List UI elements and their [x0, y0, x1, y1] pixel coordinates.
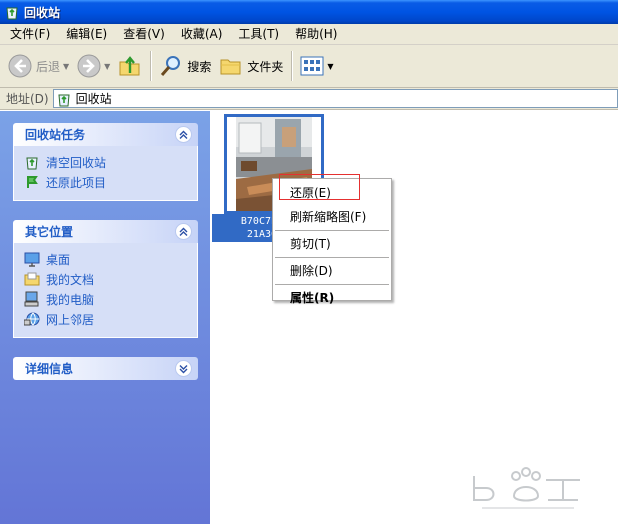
search-icon	[161, 56, 181, 76]
context-refresh-thumbnail[interactable]: 刷新缩略图(F)	[273, 205, 391, 229]
dropdown-arrow-icon[interactable]: ▼	[104, 62, 110, 71]
panel-title: 其它位置	[25, 225, 74, 239]
folders-label: 文件夹	[247, 59, 284, 74]
address-label: 地址(D)	[6, 92, 49, 106]
my-computer-link[interactable]: 我的电脑	[24, 289, 197, 309]
context-delete[interactable]: 删除(D)	[273, 259, 391, 283]
file-view[interactable]: B70C7EAA01 21A3CF89	[210, 111, 618, 524]
details-header[interactable]: 详细信息	[13, 357, 198, 380]
forward-button[interactable]: ▼	[73, 48, 114, 84]
menu-separator	[275, 257, 389, 258]
search-button[interactable]: 搜索	[155, 48, 215, 84]
my-documents-icon	[24, 271, 40, 287]
menu-file[interactable]: 文件(F)	[2, 25, 58, 44]
my-computer-icon	[24, 291, 40, 307]
task-pane: 回收站任务 清空回收站 还原此项目 其它位置 桌面 我的文档 我的电脑 网上邻居…	[0, 111, 210, 524]
network-places-label: 网上邻居	[46, 312, 95, 327]
folder-icon	[220, 59, 241, 75]
menu-separator	[275, 230, 389, 231]
recycle-bin-icon	[6, 7, 18, 20]
restore-icon	[24, 174, 40, 190]
panel-title: 回收站任务	[25, 128, 86, 142]
views-button[interactable]: ▼	[296, 48, 337, 84]
collapse-chevron-icon[interactable]	[175, 223, 192, 240]
my-documents-label: 我的文档	[46, 272, 95, 287]
views-icon	[300, 56, 324, 76]
dropdown-arrow-icon[interactable]: ▼	[63, 62, 69, 71]
desktop-icon	[24, 251, 40, 267]
folders-button[interactable]: 文件夹	[215, 48, 287, 84]
up-folder-button[interactable]	[114, 48, 146, 84]
restore-item-link[interactable]: 还原此项目	[24, 172, 197, 192]
search-label: 搜索	[187, 59, 212, 74]
network-places-icon	[24, 311, 40, 327]
other-places-body: 桌面 我的文档 我的电脑 网上邻居	[13, 243, 198, 338]
back-button[interactable]: 后退 ▼	[4, 48, 73, 84]
other-places-panel: 其它位置 桌面 我的文档 我的电脑 网上邻居	[13, 220, 198, 338]
collapse-chevron-icon[interactable]	[175, 126, 192, 143]
recycle-bin-icon	[58, 94, 70, 106]
menu-view[interactable]: 查看(V)	[115, 25, 173, 44]
toolbar-separator	[291, 51, 293, 81]
desktop-label: 桌面	[46, 252, 71, 267]
forward-arrow-icon	[77, 54, 101, 78]
recycle-tasks-body: 清空回收站 还原此项目	[13, 146, 198, 201]
window-title: 回收站	[24, 5, 61, 20]
empty-recycle-icon	[24, 154, 40, 170]
menu-separator	[275, 284, 389, 285]
address-bar: 地址(D) 回收站	[0, 88, 618, 110]
panel-title: 详细信息	[25, 362, 74, 376]
context-menu: 还原(E) 刷新缩略图(F) 剪切(T) 删除(D) 属性(R)	[272, 178, 392, 305]
toolbar: 后退 ▼ ▼ 搜索 文件夹 ▼	[0, 45, 618, 88]
address-value: 回收站	[75, 92, 112, 106]
empty-recycle-bin-link[interactable]: 清空回收站	[24, 152, 197, 172]
empty-recycle-label: 清空回收站	[46, 155, 107, 170]
context-properties[interactable]: 属性(R)	[273, 286, 391, 310]
title-bar[interactable]: 回收站	[0, 0, 618, 24]
up-folder-icon	[119, 56, 140, 76]
context-cut[interactable]: 剪切(T)	[273, 232, 391, 256]
restore-item-label: 还原此项目	[46, 175, 107, 190]
menu-help[interactable]: 帮助(H)	[287, 25, 345, 44]
recycle-tasks-header[interactable]: 回收站任务	[13, 123, 198, 146]
address-input[interactable]: 回收站	[52, 89, 618, 108]
back-label: 后退	[36, 59, 61, 74]
menu-tools[interactable]: 工具(T)	[230, 25, 287, 44]
menu-favorites[interactable]: 收藏(A)	[173, 25, 231, 44]
expand-chevron-icon[interactable]	[175, 360, 192, 377]
watermark-logo	[473, 467, 580, 509]
details-panel: 详细信息	[13, 357, 198, 380]
dropdown-arrow-icon[interactable]: ▼	[327, 62, 333, 71]
toolbar-separator	[150, 51, 152, 81]
my-computer-label: 我的电脑	[46, 292, 95, 307]
menu-bar: 文件(F) 编辑(E) 查看(V) 收藏(A) 工具(T) 帮助(H)	[0, 24, 618, 45]
back-arrow-icon	[8, 54, 32, 78]
context-restore[interactable]: 还原(E)	[273, 181, 391, 205]
desktop-link[interactable]: 桌面	[24, 249, 197, 269]
my-documents-link[interactable]: 我的文档	[24, 269, 197, 289]
network-places-link[interactable]: 网上邻居	[24, 309, 197, 329]
menu-edit[interactable]: 编辑(E)	[58, 25, 115, 44]
recycle-tasks-panel: 回收站任务 清空回收站 还原此项目	[13, 123, 198, 201]
other-places-header[interactable]: 其它位置	[13, 220, 198, 243]
